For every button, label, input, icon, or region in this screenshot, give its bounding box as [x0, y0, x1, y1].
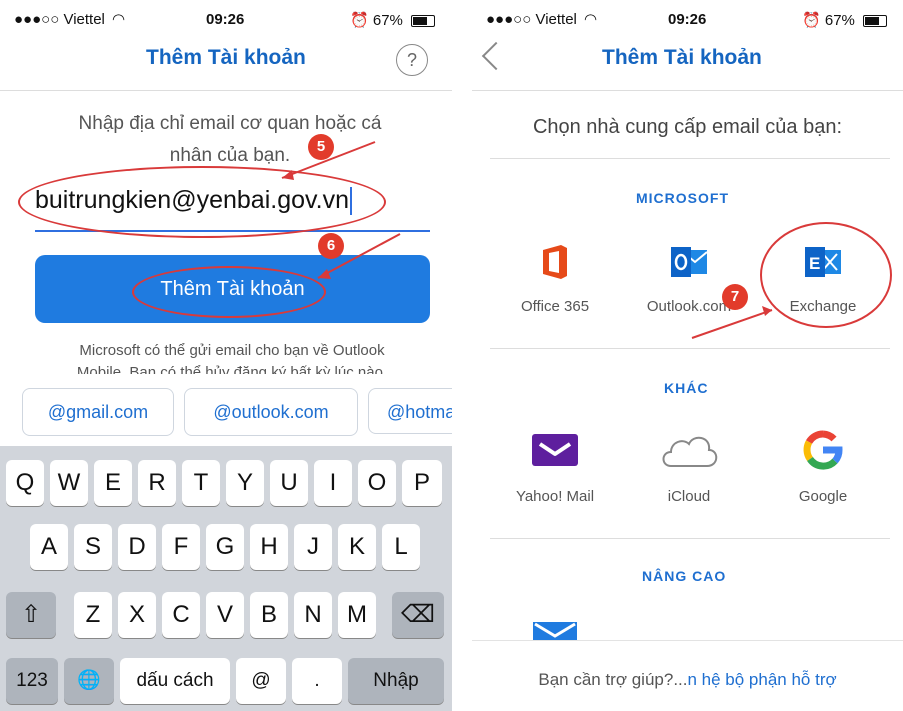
- suggestion-outlook[interactable]: @outlook.com: [184, 388, 358, 436]
- help-icon[interactable]: ?: [396, 44, 428, 76]
- other-divider: [490, 538, 890, 539]
- annotation-circle-exchange: [760, 222, 892, 328]
- annotation-circle-email: [18, 166, 386, 238]
- globe-icon[interactable]: 🌐: [64, 658, 114, 704]
- page-title: Thêm Tài khoản: [602, 46, 762, 69]
- key-t[interactable]: T: [182, 460, 220, 506]
- screen-gap: [452, 0, 472, 711]
- wifi-icon: ◠: [584, 11, 598, 28]
- battery-percent: 67%: [372, 12, 403, 29]
- help-footer: Bạn cần trợ giúp?...n hệ bộ phận hỗ trợ: [472, 670, 903, 690]
- key-f[interactable]: F: [162, 524, 200, 570]
- mail-icon[interactable]: [533, 622, 577, 642]
- battery-icon: [863, 15, 888, 28]
- key-o[interactable]: O: [358, 460, 396, 506]
- key-j[interactable]: J: [294, 524, 332, 570]
- provider-yahoo[interactable]: Yahoo! Mail: [490, 420, 620, 510]
- shift-icon[interactable]: ⇧: [6, 592, 56, 638]
- key-c[interactable]: C: [162, 592, 200, 638]
- provider-label-icloud: iCloud: [667, 488, 711, 505]
- key-v[interactable]: V: [206, 592, 244, 638]
- provider-icloud[interactable]: iCloud: [624, 420, 754, 510]
- header-divider: [0, 90, 452, 91]
- annotation-circle-button: [132, 266, 326, 318]
- key-k[interactable]: K: [338, 524, 376, 570]
- keyboard: Q W E R T Y U I O P A S D F G H J K L ⇧ …: [0, 446, 452, 711]
- back-chevron-icon[interactable]: [481, 41, 511, 71]
- wifi-icon: ◠: [112, 11, 126, 28]
- key-p[interactable]: P: [402, 460, 442, 506]
- battery-percent: 67%: [824, 12, 855, 29]
- key-g[interactable]: G: [206, 524, 244, 570]
- choose-provider-heading: Chọn nhà cung cấp email của bạn:: [532, 116, 843, 138]
- section-microsoft: MICROSOFT: [636, 190, 729, 206]
- backspace-icon[interactable]: ⌫: [392, 592, 444, 638]
- key-z[interactable]: Z: [74, 592, 112, 638]
- support-link[interactable]: n hệ bộ phận hỗ trợ: [687, 670, 836, 689]
- notice-line-2: Mobile. Bạn có thể hủy đăng ký bất kỳ lú…: [76, 364, 388, 374]
- key-y[interactable]: Y: [226, 460, 264, 506]
- enter-key[interactable]: Nhập: [348, 658, 444, 704]
- status-bar: ●●●○○ Viettel ◠ 09:26 ⏰ 67%: [472, 8, 903, 30]
- section-advanced: NÂNG CAO: [642, 568, 727, 584]
- provider-label-yahoo: Yahoo! Mail: [515, 488, 595, 505]
- provider-label-google: Google: [798, 488, 848, 505]
- footer-prefix: Bạn cần trợ giúp?...: [538, 670, 688, 689]
- status-time: 09:26: [206, 11, 245, 28]
- key-a[interactable]: A: [30, 524, 68, 570]
- key-u[interactable]: U: [270, 460, 308, 506]
- key-x[interactable]: X: [118, 592, 156, 638]
- key-q[interactable]: Q: [6, 460, 44, 506]
- key-n[interactable]: N: [294, 592, 332, 638]
- right-screen: ●●●○○ Viettel ◠ 09:26 ⏰ 67% Thêm Tài kho…: [472, 0, 903, 711]
- header-divider: [472, 90, 903, 91]
- key-b[interactable]: B: [250, 592, 288, 638]
- left-screen: ●●●○○ Viettel ◠ 09:26 ⏰ 67% Thêm Tài kho…: [0, 0, 452, 711]
- key-i[interactable]: I: [314, 460, 352, 506]
- key-w[interactable]: W: [50, 460, 88, 506]
- provider-label-office365: Office 365: [520, 298, 590, 315]
- alarm-icon: ⏰: [350, 12, 369, 29]
- carrier-label: ●●●○○ Viettel: [14, 11, 105, 28]
- carrier-label: ●●●○○ Viettel: [486, 11, 577, 28]
- email-prompt: Nhập địa chỉ email cơ quan hoặc cá nhân …: [40, 108, 420, 172]
- battery-status: ⏰ 67%: [802, 11, 888, 29]
- key-d[interactable]: D: [118, 524, 156, 570]
- suggestion-hotmail[interactable]: @hotma: [368, 388, 452, 434]
- status-bar: ●●●○○ Viettel ◠ 09:26 ⏰ 67%: [0, 8, 452, 30]
- annotation-arrows: [691, 306, 773, 339]
- key-h[interactable]: H: [250, 524, 288, 570]
- google-icon: [803, 430, 843, 470]
- key-l[interactable]: L: [382, 524, 420, 570]
- icloud-icon: [662, 436, 718, 467]
- marketing-notice: Microsoft có thể gửi email cho bạn về Ou…: [40, 340, 424, 374]
- provider-google[interactable]: Google: [758, 420, 888, 510]
- office365-icon: [543, 245, 567, 279]
- page-title: Thêm Tài khoản: [146, 46, 306, 69]
- key-e[interactable]: E: [94, 460, 132, 506]
- key-m[interactable]: M: [338, 592, 376, 638]
- space-key[interactable]: dấu cách: [120, 658, 230, 704]
- at-key[interactable]: @: [236, 658, 286, 704]
- battery-icon: [411, 15, 436, 28]
- status-time: 09:26: [668, 11, 707, 28]
- step-badge-5: 5: [308, 134, 334, 160]
- notice-line-1: Microsoft có thể gửi email cho bạn về Ou…: [79, 342, 385, 359]
- key-s[interactable]: S: [74, 524, 112, 570]
- section-other: KHÁC: [664, 380, 709, 396]
- suggestion-gmail[interactable]: @gmail.com: [22, 388, 174, 436]
- step-badge-6: 6: [318, 233, 344, 259]
- choose-divider: [490, 158, 890, 159]
- yahoo-mail-icon: [532, 434, 578, 466]
- key-r[interactable]: R: [138, 460, 176, 506]
- outlook-icon: [671, 247, 708, 277]
- prompt-line-1: Nhập địa chỉ email cơ quan hoặc cá: [78, 113, 382, 134]
- provider-office365[interactable]: Office 365: [490, 230, 620, 320]
- step-badge-7: 7: [722, 284, 748, 310]
- microsoft-divider: [490, 348, 890, 349]
- battery-status: ⏰ 67%: [350, 11, 436, 29]
- dot-key[interactable]: .: [292, 658, 342, 704]
- numbers-key[interactable]: 123: [6, 658, 58, 704]
- alarm-icon: ⏰: [802, 12, 821, 29]
